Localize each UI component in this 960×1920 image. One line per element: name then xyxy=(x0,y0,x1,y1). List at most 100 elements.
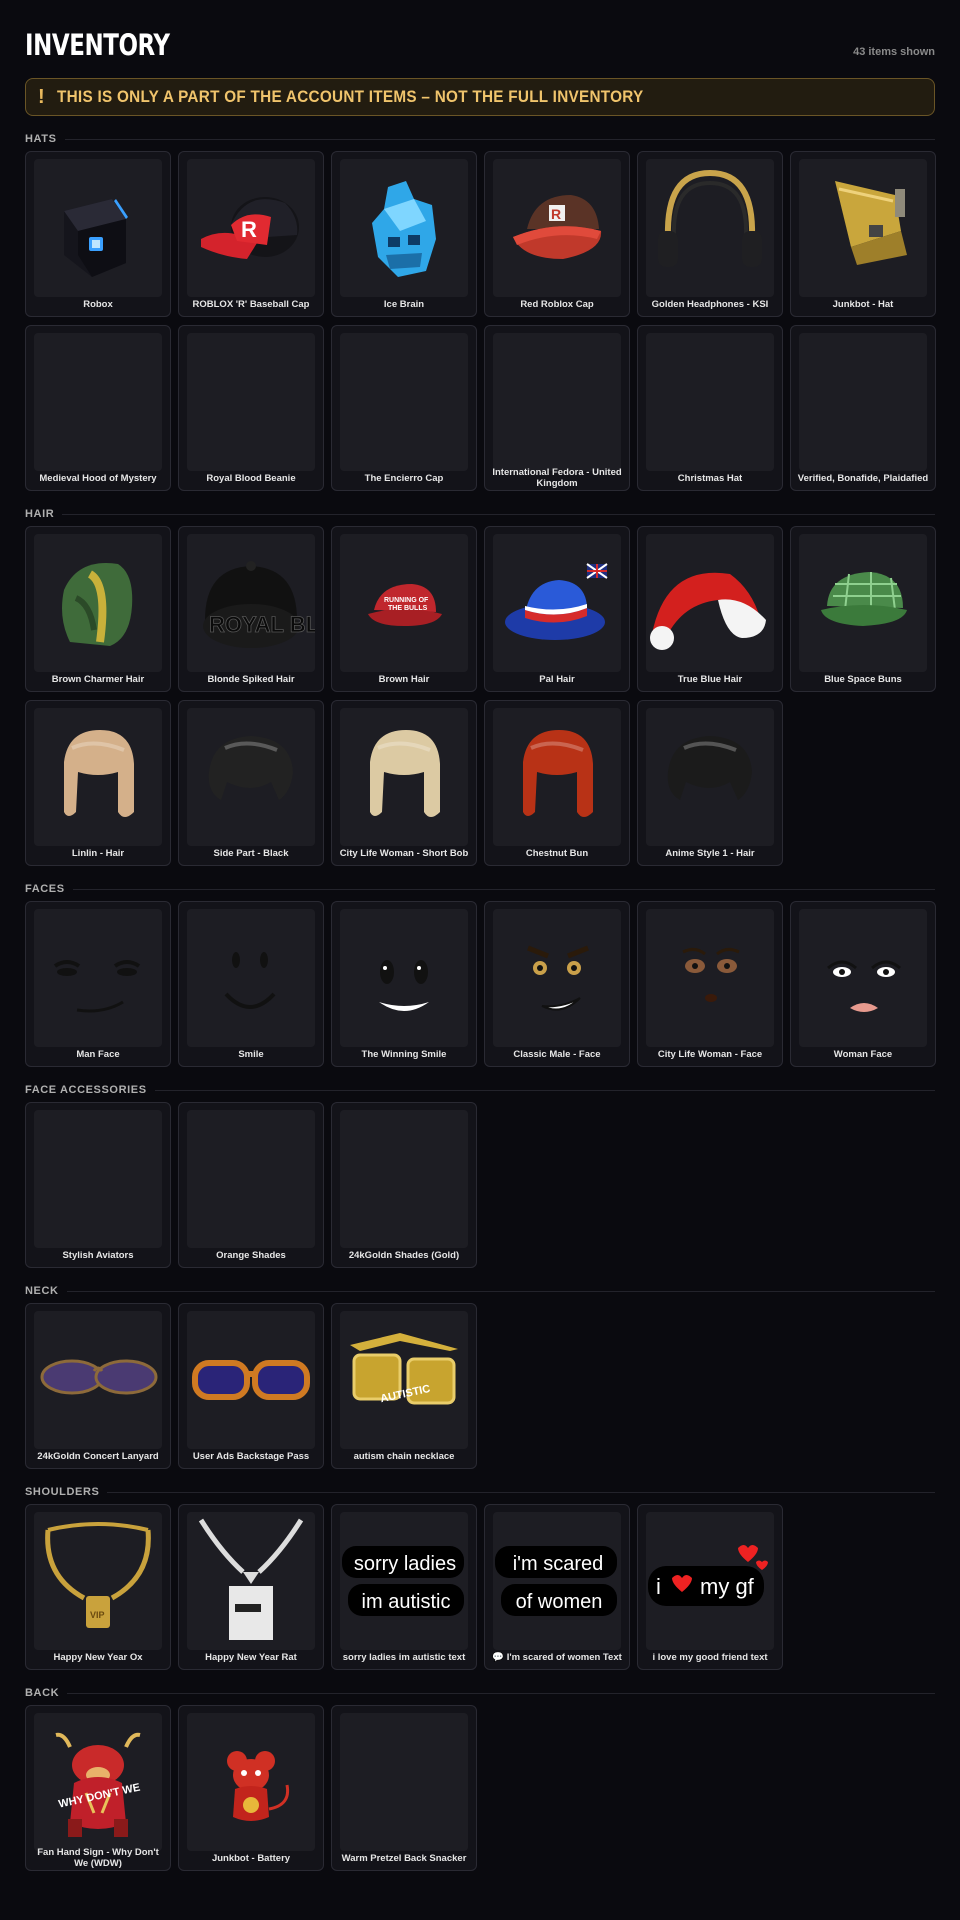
item-name: Red Roblox Cap xyxy=(520,298,594,310)
section-title: FACES xyxy=(25,883,65,895)
item-card[interactable]: Pal Hair xyxy=(484,526,630,692)
encierro-cap-icon xyxy=(340,333,468,471)
item-name: i love my good friend text xyxy=(652,1651,768,1663)
face-icon xyxy=(646,909,774,1047)
item-card[interactable]: Side Part - Black xyxy=(178,700,324,866)
beanie-icon xyxy=(187,333,315,471)
item-card[interactable]: Ice Brain xyxy=(331,151,477,317)
rat-icon xyxy=(187,1512,315,1650)
item-card[interactable]: i'm scared of women 💬 I'm scared of women … xyxy=(484,1504,630,1670)
section-header: SHOULDERS xyxy=(25,1482,935,1502)
item-card[interactable]: Christmas Hat xyxy=(637,325,783,491)
item-name: ROBLOX 'R' Baseball Cap xyxy=(192,298,310,310)
section-divider xyxy=(64,138,935,140)
item-card[interactable]: Golden Headphones - KSI xyxy=(637,151,783,317)
svg-text:R: R xyxy=(241,217,257,242)
item-name: The Encierro Cap xyxy=(364,472,444,484)
item-name: Man Face xyxy=(76,1048,120,1060)
item-card[interactable]: Chestnut Bun xyxy=(484,700,630,866)
foam-finger-icon: WHY DON'T WE xyxy=(34,1713,162,1851)
item-card[interactable]: Classic Male - Face xyxy=(484,901,630,1067)
item-card[interactable]: Royal Blood Beanie xyxy=(178,325,324,491)
hair-icon xyxy=(340,708,468,846)
page-header: INVENTORY 43 items shown xyxy=(25,0,935,78)
ox-icon: VIP xyxy=(34,1512,162,1650)
item-card[interactable]: R ROBLOX 'R' Baseball Cap xyxy=(178,151,324,317)
item-card[interactable]: Medieval Hood of Mystery xyxy=(25,325,171,491)
item-card[interactable]: VIP Happy New Year Ox xyxy=(25,1504,171,1670)
item-card[interactable]: Warm Pretzel Back Snacker xyxy=(331,1705,477,1871)
junkbot-hat-icon xyxy=(799,159,927,297)
item-name: User Ads Backstage Pass xyxy=(192,1450,310,1462)
item-card[interactable]: Junkbot - Battery xyxy=(178,1705,324,1871)
item-card[interactable]: Orange Shades xyxy=(178,1102,324,1268)
hair-icon xyxy=(34,534,162,672)
item-card[interactable]: Robox xyxy=(25,151,171,317)
item-card[interactable]: User Ads Backstage Pass xyxy=(178,1303,324,1469)
item-card[interactable]: Smile xyxy=(178,901,324,1067)
item-card[interactable]: R Red Roblox Cap xyxy=(484,151,630,317)
item-name: 💬 I'm scared of women Text xyxy=(492,1651,622,1663)
bubble-text: sorry ladies xyxy=(354,1553,456,1575)
section-title: NECK xyxy=(25,1285,59,1297)
section-header: BACK xyxy=(25,1683,935,1703)
item-name: 24kGoldn Concert Lanyard xyxy=(37,1450,159,1462)
item-name: City Life Woman - Short Bob xyxy=(339,847,469,859)
item-card[interactable]: City Life Woman - Short Bob xyxy=(331,700,477,866)
item-name: Junkbot - Hat xyxy=(832,298,894,310)
item-card[interactable]: 24kGoldn Concert Lanyard xyxy=(25,1303,171,1469)
bubble-text: of women xyxy=(516,1591,603,1613)
item-card[interactable]: 24kGoldn Shades (Gold) xyxy=(331,1102,477,1268)
item-card[interactable]: Happy New Year Rat xyxy=(178,1504,324,1670)
item-card[interactable]: RUNNING OF THE BULLS Brown Hair xyxy=(331,526,477,692)
item-card[interactable]: Junkbot - Hat xyxy=(790,151,936,317)
item-card[interactable]: i my gf i love my good friend text xyxy=(637,1504,783,1670)
item-card[interactable]: ROYAL BL Blonde Spiked Hair xyxy=(178,526,324,692)
item-name: Brown Hair xyxy=(378,673,430,685)
item-card[interactable]: Man Face xyxy=(25,901,171,1067)
item-name: Side Part - Black xyxy=(213,847,289,859)
item-name: Linlin - Hair xyxy=(71,847,125,859)
item-name: Warm Pretzel Back Snacker xyxy=(341,1852,467,1864)
battery-icon xyxy=(187,1713,315,1851)
section-header: FACE ACCESSORIES xyxy=(25,1080,935,1100)
svg-text:VIP: VIP xyxy=(90,1610,105,1620)
item-card[interactable]: sorry ladies im autistic sorry ladies im a… xyxy=(331,1504,477,1670)
item-card[interactable]: Woman Face xyxy=(790,901,936,1067)
section-header: HATS xyxy=(25,129,935,149)
face-icon xyxy=(799,909,927,1047)
item-card[interactable]: The Encierro Cap xyxy=(331,325,477,491)
item-name: Chestnut Bun xyxy=(525,847,589,859)
bubble-text: im autistic xyxy=(362,1591,451,1613)
hair-icon xyxy=(187,708,315,846)
sunglasses-icon xyxy=(340,1110,468,1248)
item-card[interactable]: AUTISTIC autism chain necklace xyxy=(331,1303,477,1469)
item-card[interactable]: WHY DON'T WE Fan Hand Sign - Why Don't We… xyxy=(25,1705,171,1871)
item-name: Golden Headphones - KSI xyxy=(651,298,769,310)
item-name: Ice Brain xyxy=(383,298,425,310)
item-card[interactable]: The Winning Smile xyxy=(331,901,477,1067)
item-text: WHY DON'T WE xyxy=(57,1782,141,1811)
item-card[interactable]: Anime Style 1 - Hair xyxy=(637,700,783,866)
item-card[interactable]: Stylish Aviators xyxy=(25,1102,171,1268)
item-name: Anime Style 1 - Hair xyxy=(665,847,755,859)
warning-banner: ! THIS IS ONLY A PART OF THE ACCOUNT ITE… xyxy=(25,78,935,116)
item-card[interactable]: City Life Woman - Face xyxy=(637,901,783,1067)
item-name: City Life Woman - Face xyxy=(657,1048,763,1060)
item-card[interactable]: Brown Charmer Hair xyxy=(25,526,171,692)
item-card[interactable]: International Fedora - United Kingdom xyxy=(484,325,630,491)
section-divider xyxy=(66,1290,935,1292)
sunglasses-icon xyxy=(34,1110,162,1248)
item-name: Stylish Aviators xyxy=(62,1249,134,1261)
item-card[interactable]: Blue Space Buns xyxy=(790,526,936,692)
item-card[interactable]: True Blue Hair xyxy=(637,526,783,692)
item-name: sorry ladies im autistic text xyxy=(342,1651,466,1663)
item-name: The Winning Smile xyxy=(361,1048,447,1060)
item-card[interactable]: Linlin - Hair xyxy=(25,700,171,866)
item-card[interactable]: Verified, Bonafide, Plaidafied xyxy=(790,325,936,491)
gold-chain-icon xyxy=(34,1311,162,1449)
ice-brain-icon xyxy=(340,159,468,297)
item-name: True Blue Hair xyxy=(677,673,743,685)
items-count: 43 items shown xyxy=(853,46,935,58)
baseball-cap-icon: R xyxy=(187,159,315,297)
